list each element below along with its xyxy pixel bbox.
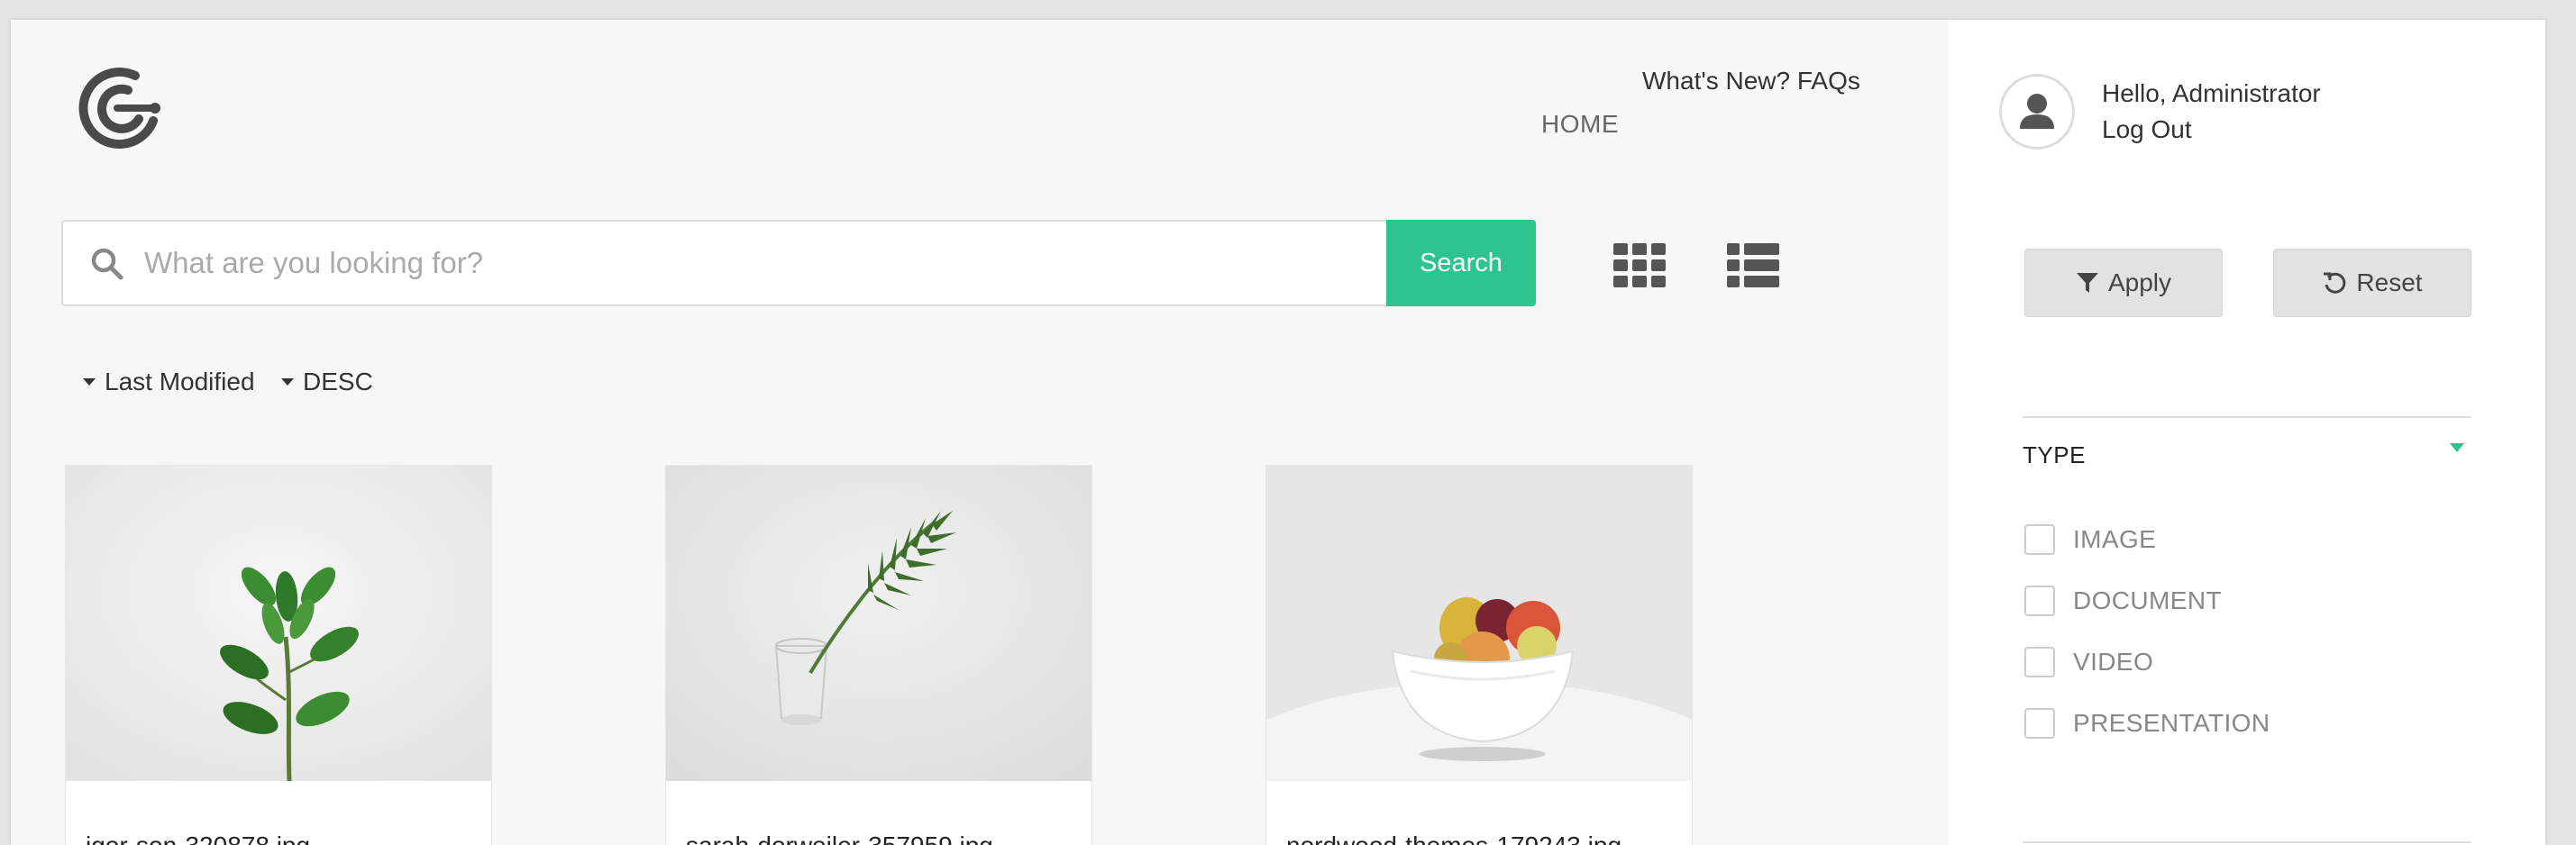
type-option-label: IMAGE <box>2073 525 2157 553</box>
type-checkbox[interactable] <box>2024 708 2055 739</box>
asset-card[interactable]: sarah-dorweiler-357959.jpg <box>665 465 1092 845</box>
reset-label: Reset <box>2356 268 2423 296</box>
caret-down-icon <box>83 378 96 386</box>
faqs-link[interactable]: FAQs <box>1797 67 1860 95</box>
type-option-label: DOCUMENT <box>2073 586 2222 614</box>
target-logo-icon[interactable] <box>72 65 166 151</box>
asset-thumbnail <box>1266 466 1692 781</box>
type-checkbox[interactable] <box>2024 586 2055 616</box>
type-filter-header[interactable]: TYPE <box>2023 416 2471 481</box>
search-input[interactable] <box>144 236 1370 290</box>
divider <box>2023 841 2471 843</box>
asset-file-name[interactable]: igor-son-320878.jpg <box>86 831 310 845</box>
search-box <box>61 220 1390 306</box>
type-option-label: PRESENTATION <box>2073 709 2270 737</box>
asset-thumbnail <box>66 466 491 781</box>
search-icon <box>91 248 123 280</box>
sort-order-label: DESC <box>303 368 373 395</box>
sort-order-dropdown[interactable]: DESC <box>281 368 373 396</box>
asset-thumbnail <box>666 466 1092 781</box>
top-links: What's New? FAQs <box>1642 67 1860 95</box>
caret-down-icon <box>2450 443 2464 452</box>
filter-icon <box>2076 273 2098 293</box>
grid-view-icon[interactable] <box>1613 243 1666 288</box>
app-window: What's New? FAQs HOME Search <box>11 20 2545 845</box>
apply-button[interactable]: Apply <box>2024 249 2223 317</box>
type-option-document[interactable]: DOCUMENT <box>2024 586 2222 616</box>
type-filter-title: TYPE <box>2023 441 2086 468</box>
undo-icon <box>2324 272 2346 294</box>
user-avatar-icon[interactable] <box>1999 74 2075 150</box>
logout-link[interactable]: Log Out <box>2102 112 2192 148</box>
type-checkbox[interactable] <box>2024 524 2055 555</box>
asset-card[interactable]: nordwood-themes-179243.jpg <box>1265 465 1693 845</box>
asset-card[interactable]: igor-son-320878.jpg <box>65 465 492 845</box>
user-greeting: Hello, Administrator <box>2102 79 2321 107</box>
caret-down-icon <box>281 378 294 386</box>
type-checkbox[interactable] <box>2024 647 2055 677</box>
type-option-image[interactable]: IMAGE <box>2024 524 2156 555</box>
whats-new-link[interactable]: What's New? <box>1642 67 1790 95</box>
type-option-video[interactable]: VIDEO <box>2024 647 2153 677</box>
main-content: What's New? FAQs HOME Search <box>11 20 1949 845</box>
type-option-label: VIDEO <box>2073 648 2154 676</box>
asset-file-name[interactable]: nordwood-themes-179243.jpg <box>1286 831 1621 845</box>
apply-label: Apply <box>2107 268 2172 296</box>
search-button[interactable]: Search <box>1386 220 1536 306</box>
filter-sidebar: Hello, Administrator Log Out Apply Reset… <box>1949 20 2545 845</box>
sort-field-label: Last Modified <box>105 368 255 395</box>
sort-field-dropdown[interactable]: Last Modified <box>83 368 255 396</box>
asset-file-name[interactable]: sarah-dorweiler-357959.jpg <box>686 831 993 845</box>
home-link[interactable]: HOME <box>1541 110 1619 139</box>
reset-button[interactable]: Reset <box>2273 249 2471 317</box>
list-view-icon[interactable] <box>1727 243 1779 288</box>
type-option-presentation[interactable]: PRESENTATION <box>2024 708 2270 739</box>
